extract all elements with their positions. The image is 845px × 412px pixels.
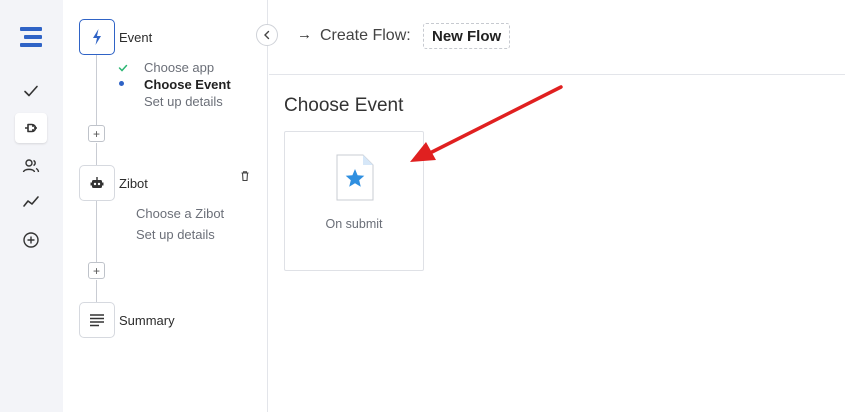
step-connector: [96, 143, 97, 167]
form-star-icon: [336, 154, 374, 201]
flow-steps-panel: Event Choose app Choose Event Set up det…: [63, 0, 268, 412]
step-summary-title[interactable]: Summary: [119, 313, 175, 328]
check-icon: [118, 64, 128, 72]
plug-icon: [25, 123, 37, 133]
rail-analytics-button[interactable]: [15, 187, 47, 217]
robot-icon: [90, 177, 104, 188]
substep-choose-app[interactable]: Choose app: [144, 60, 214, 75]
step-connector: [96, 55, 97, 125]
rail-add-button[interactable]: [15, 225, 47, 255]
page-header: → Create Flow: New Flow: [269, 0, 845, 75]
left-rail: [0, 0, 63, 412]
step-zibot-title[interactable]: Zibot: [119, 176, 148, 191]
substep-setup-details[interactable]: Set up details: [144, 94, 223, 109]
substep-zibot-setup-details[interactable]: Set up details: [136, 227, 215, 242]
section-title: Choose Event: [284, 95, 404, 116]
check-icon: [24, 85, 38, 97]
step-event-icon[interactable]: [79, 19, 115, 55]
flow-name-field[interactable]: New Flow: [423, 23, 511, 49]
text-lines-icon: [90, 314, 104, 327]
users-icon: [22, 159, 40, 173]
substep-choose-event[interactable]: Choose Event: [144, 77, 231, 92]
app-logo-icon[interactable]: [18, 26, 44, 48]
page-title-label: Create Flow:: [320, 27, 411, 44]
step-event-title[interactable]: Event: [119, 30, 152, 45]
substep-choose-zibot[interactable]: Choose a Zibot: [136, 206, 224, 221]
activity-icon: [23, 196, 39, 207]
current-step-dot-icon: [119, 81, 124, 86]
step-connector: [96, 201, 97, 262]
lightning-icon: [93, 29, 101, 45]
add-step-button[interactable]: +: [88, 125, 105, 142]
event-card-label: On submit: [325, 217, 383, 231]
step-zibot-icon[interactable]: [79, 165, 115, 201]
rail-check-button[interactable]: [15, 76, 47, 106]
trash-icon[interactable]: [239, 170, 251, 182]
add-circle-icon: [23, 232, 39, 248]
annotation-arrow-icon: [410, 85, 563, 162]
rail-users-button[interactable]: [15, 151, 47, 181]
step-connector: [96, 280, 97, 303]
rail-integrations-button[interactable]: [15, 113, 47, 143]
step-summary-icon[interactable]: [79, 302, 115, 338]
add-step-button[interactable]: +: [88, 262, 105, 279]
arrow-right-icon: →: [297, 26, 312, 43]
